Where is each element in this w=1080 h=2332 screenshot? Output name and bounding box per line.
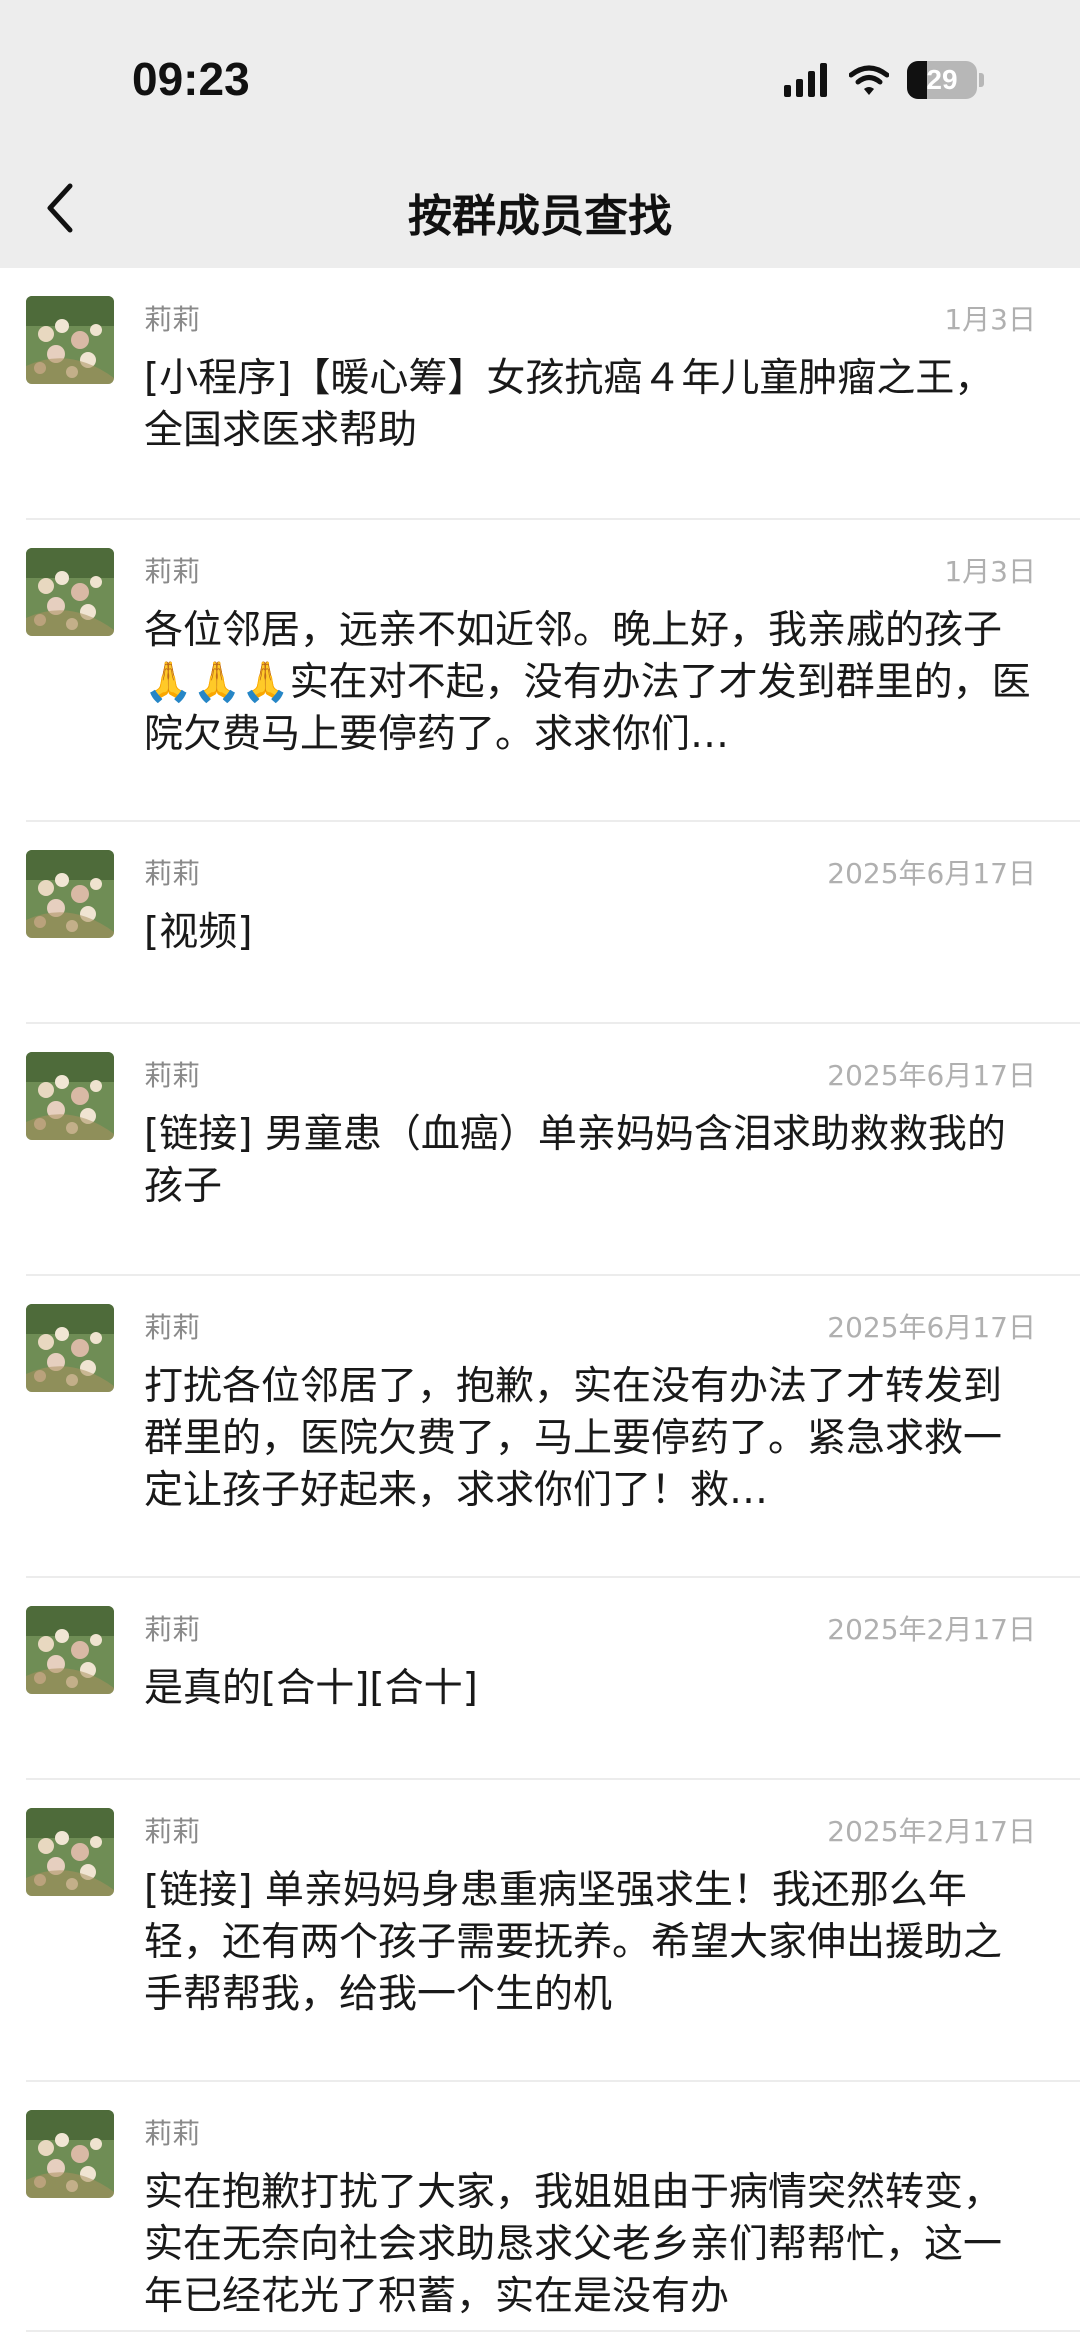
avatar[interactable] [26, 850, 114, 938]
avatar[interactable] [26, 296, 114, 384]
message-date: 1月3日 [944, 303, 1036, 336]
sender-name: 莉莉 [144, 1613, 201, 1646]
message-text: [链接] 男童患（血癌）单亲妈妈含泪求助救救我的孩子 [144, 1112, 1006, 1209]
message-text: [链接] 单亲妈妈身患重病坚强求生！我还那么年轻，还有两个孩子需要抚养。希望大家… [144, 1868, 1003, 2017]
message-item[interactable]: 莉莉 2025年2月17日是真的[合十][合十] [0, 1578, 1080, 1780]
message-date: 2025年6月17日 [827, 1059, 1036, 1092]
message-text: 实在抱歉打扰了大家，我姐姐由于病情突然转变，实在无奈向社会求助恳求父老乡亲们帮帮… [144, 2170, 1003, 2319]
message-item[interactable]: 莉莉实在抱歉打扰了大家，我姐姐由于病情突然转变，实在无奈向社会求助恳求父老乡亲们… [0, 2082, 1080, 2332]
status-icons: 29 [784, 58, 984, 102]
message-date: 1月3日 [944, 555, 1036, 588]
wifi-icon [849, 65, 889, 95]
sender-name: 莉莉 [144, 1311, 201, 1344]
message-text: 是真的[合十][合十] [144, 1666, 478, 1711]
battery-fill [907, 61, 928, 99]
message-item[interactable]: 莉莉 2025年6月17日打扰各位邻居了，抱歉，实在没有办法了才转发到群里的，医院… [0, 1276, 1080, 1578]
message-item[interactable]: 莉莉 2025年6月17日 [视频] [0, 822, 1080, 1024]
message-item[interactable]: 莉莉 1月3日 [小程序]【暖心筹】女孩抗癌４年儿童肿瘤之王，全国求医求帮助 [0, 268, 1080, 520]
message-text: 各位邻居，远亲不如近邻。晚上好，我亲戚的孩子🙏🙏🙏实在对不起，没有办法了才发到群… [144, 608, 1031, 757]
avatar[interactable] [26, 1052, 114, 1140]
avatar[interactable] [26, 1808, 114, 1896]
sender-name: 莉莉 [144, 2117, 201, 2150]
message-text: 打扰各位邻居了，抱歉，实在没有办法了才转发到群里的，医院欠费了，马上要停药了。紧… [144, 1364, 1003, 1513]
message-date: 2025年6月17日 [827, 1311, 1036, 1344]
sender-name: 莉莉 [144, 555, 201, 588]
avatar[interactable] [26, 2110, 114, 2198]
message-date: 2025年2月17日 [827, 1815, 1036, 1848]
battery-level: 29 [926, 64, 958, 95]
status-time: 09:23 [132, 53, 250, 105]
avatar[interactable] [26, 548, 114, 636]
avatar[interactable] [26, 1606, 114, 1694]
battery-icon: 29 [907, 61, 977, 99]
message-list: 莉莉 1月3日 [小程序]【暖心筹】女孩抗癌４年儿童肿瘤之王，全国求医求帮助 莉莉 1月… [0, 268, 1080, 2332]
sender-name: 莉莉 [144, 303, 201, 336]
battery-nub [979, 73, 984, 87]
message-item[interactable]: 莉莉 1月3日各位邻居，远亲不如近邻。晚上好，我亲戚的孩子🙏🙏🙏实在对不起，没有办… [0, 520, 1080, 822]
avatar[interactable] [26, 1304, 114, 1392]
sender-name: 莉莉 [144, 1815, 201, 1848]
message-item[interactable]: 莉莉 2025年6月17日 [链接] 男童患（血癌）单亲妈妈含泪求助救救我的孩子 [0, 1024, 1080, 1276]
signal-icon [784, 63, 827, 97]
message-item[interactable]: 莉莉 2025年2月17日 [链接] 单亲妈妈身患重病坚强求生！我还那么年轻，还有两… [0, 1780, 1080, 2082]
message-date: 2025年6月17日 [827, 857, 1036, 890]
message-date: 2025年2月17日 [827, 1613, 1036, 1646]
sender-name: 莉莉 [144, 1059, 201, 1092]
message-text: [小程序]【暖心筹】女孩抗癌４年儿童肿瘤之王，全国求医求帮助 [144, 356, 994, 453]
message-text: [视频] [144, 910, 253, 955]
sender-name: 莉莉 [144, 857, 201, 890]
top-bar: 09:23 29 按群成员查找 [0, 0, 1080, 268]
page-title: 按群成员查找 [408, 191, 672, 242]
